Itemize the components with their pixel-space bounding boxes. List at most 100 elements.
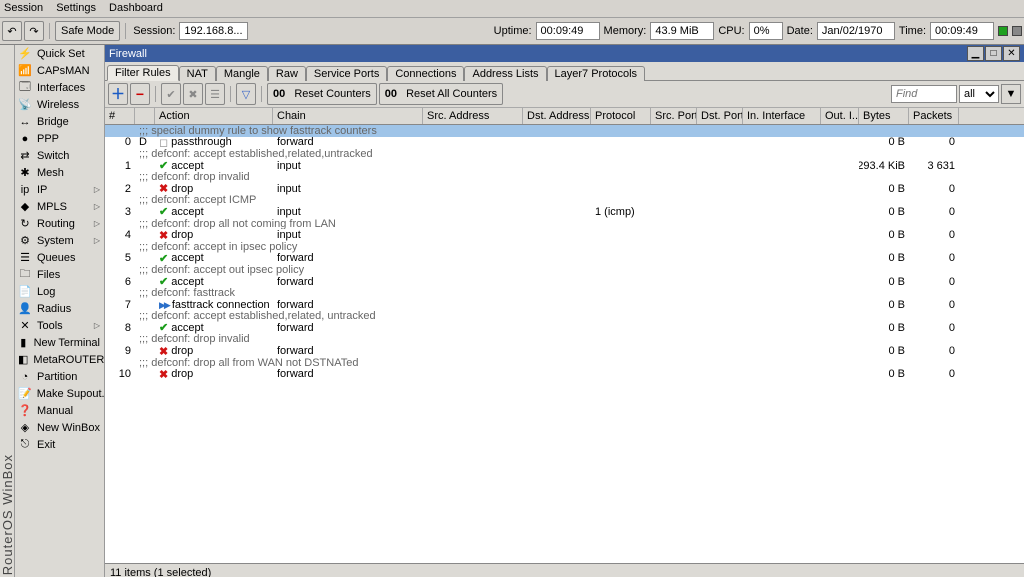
column-header[interactable]: # xyxy=(105,108,135,124)
comment-row[interactable]: ;;; defconf: fasttrack xyxy=(105,287,1024,299)
funnel-button[interactable]: ▼ xyxy=(1001,84,1021,104)
add-button[interactable]: ＋ xyxy=(108,83,128,105)
comment-row[interactable]: ;;; defconf: accept out ipsec policy xyxy=(105,264,1024,276)
sidebar-icon: ◆ xyxy=(18,200,32,214)
sidebar-item-new-terminal[interactable]: ▮New Terminal xyxy=(14,334,104,351)
column-header[interactable]: Src. Address xyxy=(423,108,523,124)
comment-row[interactable]: ;;; defconf: accept established,related,… xyxy=(105,148,1024,160)
tab-connections[interactable]: Connections xyxy=(387,66,464,81)
column-header[interactable]: Action xyxy=(155,108,273,124)
tab-mangle[interactable]: Mangle xyxy=(216,66,268,81)
sidebar-item-partition[interactable]: ◔Partition xyxy=(14,368,104,385)
rule-row[interactable]: 8acceptforward0 B0 xyxy=(105,322,1024,334)
sidebar-item-queues[interactable]: ☰Queues xyxy=(14,249,104,266)
safe-mode-button[interactable]: Safe Mode xyxy=(55,21,120,41)
column-header[interactable]: Src. Port xyxy=(651,108,697,124)
rule-row[interactable]: 7fasttrack connectionforward0 B0 xyxy=(105,299,1024,311)
comment-row[interactable]: ;;; defconf: drop all not coming from LA… xyxy=(105,218,1024,230)
undo-button[interactable]: ↶ xyxy=(2,21,22,41)
comment-button[interactable]: ☰ xyxy=(205,83,225,105)
menu-session[interactable]: Session xyxy=(4,2,43,14)
comment-row[interactable]: ;;; defconf: accept in ipsec policy xyxy=(105,241,1024,253)
sidebar-item-exit[interactable]: ⎋Exit xyxy=(14,436,104,453)
column-header[interactable]: Dst. Port xyxy=(697,108,743,124)
redo-button[interactable]: ↷ xyxy=(24,21,44,41)
comment-text: ;;; defconf: drop all not coming from LA… xyxy=(135,218,1024,230)
sidebar-item-switch[interactable]: ⇄Switch xyxy=(14,147,104,164)
comment-row[interactable]: ;;; defconf: drop all from WAN not DSTNA… xyxy=(105,357,1024,369)
rule-row[interactable]: 3acceptinput1 (icmp)0 B0 xyxy=(105,206,1024,218)
column-header[interactable]: Protocol xyxy=(591,108,651,124)
comment-text: ;;; defconf: drop all from WAN not DSTNA… xyxy=(135,357,1024,369)
memory-value: 43.9 MiB xyxy=(650,22,714,40)
reset-counters-button[interactable]: 00 Reset Counters xyxy=(267,83,377,105)
tab-raw[interactable]: Raw xyxy=(268,66,306,81)
filter-button[interactable]: ▽ xyxy=(236,83,256,105)
enable-button[interactable]: ✔ xyxy=(161,83,181,105)
sidebar-item-radius[interactable]: 👤Radius xyxy=(14,300,104,317)
grid-header[interactable]: # ActionChainSrc. AddressDst. AddressProt… xyxy=(105,108,1024,125)
filter-select[interactable]: all xyxy=(959,85,999,103)
sidebar-item-bridge[interactable]: ↔Bridge xyxy=(14,113,104,130)
sidebar-item-ip[interactable]: ipIP▷ xyxy=(14,181,104,198)
sidebar-item-label: Files xyxy=(37,269,60,281)
column-header[interactable]: Chain xyxy=(273,108,423,124)
sidebar-item-mpls[interactable]: ◆MPLS▷ xyxy=(14,198,104,215)
disable-button[interactable]: ✖ xyxy=(183,83,203,105)
rule-row[interactable]: 6acceptforward0 B0 xyxy=(105,276,1024,288)
column-header[interactable]: Bytes xyxy=(859,108,909,124)
rule-row[interactable]: 9dropforward0 B0 xyxy=(105,345,1024,357)
tab-nat[interactable]: NAT xyxy=(179,66,216,81)
rule-row[interactable]: 4dropinput0 B0 xyxy=(105,229,1024,241)
cpu-label: CPU: xyxy=(716,25,746,37)
sidebar-icon: ⚙ xyxy=(18,234,32,248)
tab-layer7-protocols[interactable]: Layer7 Protocols xyxy=(547,66,646,81)
window-min-button[interactable]: ▁ xyxy=(967,46,984,61)
comment-row[interactable]: ;;; defconf: drop invalid xyxy=(105,171,1024,183)
uptime-label: Uptime: xyxy=(492,25,534,37)
sidebar-item-log[interactable]: 📄Log xyxy=(14,283,104,300)
rule-row[interactable]: 5acceptforward0 B0 xyxy=(105,253,1024,265)
window-close-button[interactable]: ✕ xyxy=(1003,46,1020,61)
window-max-button[interactable]: □ xyxy=(985,46,1002,61)
column-header[interactable]: Packets xyxy=(909,108,959,124)
sidebar-item-quick-set[interactable]: ⚡Quick Set xyxy=(14,45,104,62)
tab-filter-rules[interactable]: Filter Rules xyxy=(107,65,179,81)
window-titlebar[interactable]: Firewall ▁ □ ✕ xyxy=(105,45,1024,62)
rule-row[interactable]: 0Dpassthroughforward0 B0 xyxy=(105,137,1024,149)
grid-body[interactable]: ;;; special dummy rule to show fasttrack… xyxy=(105,125,1024,563)
comment-row[interactable]: ;;; defconf: drop invalid xyxy=(105,334,1024,346)
reset-all-counters-button[interactable]: 00 Reset All Counters xyxy=(379,83,503,105)
comment-row[interactable]: ;;; special dummy rule to show fasttrack… xyxy=(105,125,1024,137)
sidebar-item-wireless[interactable]: 📡Wireless xyxy=(14,96,104,113)
sidebar-item-metarouter[interactable]: ◧MetaROUTER xyxy=(14,351,104,368)
comment-row[interactable]: ;;; defconf: accept ICMP xyxy=(105,195,1024,207)
menu-settings[interactable]: Settings xyxy=(56,2,96,14)
sidebar-item-tools[interactable]: ✕Tools▷ xyxy=(14,317,104,334)
column-header[interactable]: Dst. Address xyxy=(523,108,591,124)
find-input[interactable] xyxy=(891,85,957,103)
sidebar-icon: 📶 xyxy=(18,64,32,78)
tab-address-lists[interactable]: Address Lists xyxy=(464,66,546,81)
column-header[interactable]: In. Interface xyxy=(743,108,821,124)
menu-dashboard[interactable]: Dashboard xyxy=(109,2,163,14)
tab-service-ports[interactable]: Service Ports xyxy=(306,66,387,81)
column-header[interactable]: Out. I... xyxy=(821,108,859,124)
sidebar-item-routing[interactable]: ↻Routing▷ xyxy=(14,215,104,232)
sidebar-item-capsman[interactable]: 📶CAPsMAN xyxy=(14,62,104,79)
remove-button[interactable]: − xyxy=(130,83,150,105)
sidebar-item-interfaces[interactable]: 🗔Interfaces xyxy=(14,79,104,96)
comment-row[interactable]: ;;; defconf: accept established,related,… xyxy=(105,311,1024,323)
sidebar-item-mesh[interactable]: ✱Mesh xyxy=(14,164,104,181)
sidebar-item-manual[interactable]: ❓Manual xyxy=(14,402,104,419)
sidebar-item-make-supout-rif[interactable]: 📝Make Supout.rif xyxy=(14,385,104,402)
sidebar-item-ppp[interactable]: ●PPP xyxy=(14,130,104,147)
rule-row[interactable]: 10dropforward0 B0 xyxy=(105,368,1024,380)
sidebar-item-system[interactable]: ⚙System▷ xyxy=(14,232,104,249)
column-header[interactable] xyxy=(135,108,155,124)
rule-row[interactable]: 2dropinput0 B0 xyxy=(105,183,1024,195)
sidebar-item-new-winbox[interactable]: ◈New WinBox xyxy=(14,419,104,436)
rule-row[interactable]: 1acceptinput293.4 KiB3 631 xyxy=(105,160,1024,172)
sidebar-item-label: PPP xyxy=(37,133,59,145)
sidebar-item-files[interactable]: 🗀Files xyxy=(14,266,104,283)
